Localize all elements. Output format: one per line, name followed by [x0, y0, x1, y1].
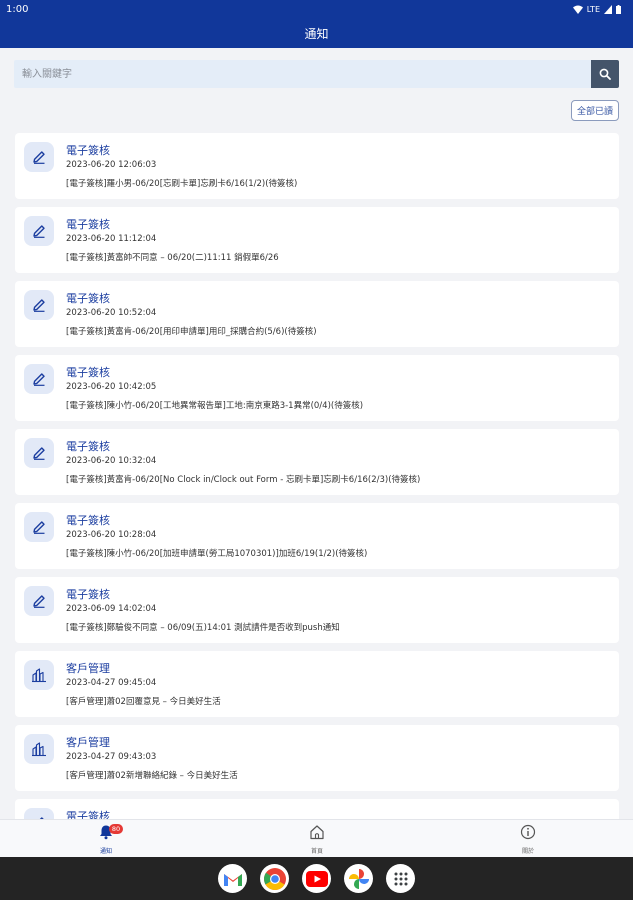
notification-icon-badge — [24, 660, 54, 690]
pen-icon — [33, 521, 45, 534]
battery-icon — [616, 5, 621, 14]
notification-card[interactable]: 客戶管理 2023-04-27 09:43:03 [客戶管理]蕭02新增聯絡紀錄… — [15, 725, 619, 791]
pen-icon — [33, 225, 45, 238]
notification-description: [客戶管理]蕭02新增聯絡紀錄 – 今日美好生活 — [66, 771, 238, 781]
notification-card[interactable]: 電子簽核 2023-06-09 14:02:04 [電子簽核]鄭驗俊不同意 – … — [15, 577, 619, 643]
bottom-nav: 80 通知 首頁 關於 — [0, 819, 633, 857]
notification-title: 電子簽核 — [66, 514, 110, 527]
buildings-icon — [32, 742, 46, 757]
info-icon — [520, 824, 536, 840]
notification-description: [電子簽核]黃富肯-06/20[No Clock in/Clock out Fo… — [66, 475, 421, 485]
notification-title: 電子簽核 — [66, 292, 110, 305]
notification-list: 電子簽核 2023-06-20 12:06:03 [電子簽核]羅小男-06/20… — [15, 133, 619, 819]
search-bar — [14, 60, 619, 88]
notification-title: 電子簽核 — [66, 440, 110, 453]
pen-icon — [33, 151, 45, 164]
notification-description: [客戶管理]蕭02回覆意見 – 今日美好生活 — [66, 697, 221, 707]
notification-icon-badge — [24, 438, 54, 468]
chrome-icon[interactable] — [260, 864, 289, 893]
apps-grid-icon[interactable] — [386, 864, 415, 893]
buildings-icon — [32, 668, 46, 683]
nav-notifications[interactable]: 80 通知 — [76, 824, 136, 855]
notification-time: 2023-06-20 10:32:04 — [66, 456, 157, 466]
status-bar: 1:00 LTE — [0, 0, 633, 19]
notification-title: 電子簽核 — [66, 366, 110, 379]
nav-about[interactable]: 關於 — [498, 824, 558, 855]
notification-time: 2023-06-09 14:02:04 — [66, 604, 157, 614]
notification-time: 2023-04-27 09:45:04 — [66, 678, 157, 688]
pen-icon — [33, 447, 45, 460]
notification-icon-badge — [24, 364, 54, 394]
notification-description: [電子簽核]陳小竹-06/20[加班申請單(勞工局1070301)]加班6/19… — [66, 549, 368, 559]
search-icon — [599, 68, 611, 80]
notification-title: 電子簽核 — [66, 588, 110, 601]
youtube-icon[interactable] — [302, 864, 331, 893]
network-type: LTE — [586, 5, 600, 14]
app-dock — [0, 857, 633, 900]
notification-description: [電子簽核]黃富帥不同意 – 06/20(二)11:11 銷假單6/26 — [66, 253, 279, 263]
notification-icon-badge — [24, 216, 54, 246]
notification-icon-badge — [24, 142, 54, 172]
notification-icon-badge — [24, 512, 54, 542]
notification-time: 2023-06-20 10:28:04 — [66, 530, 157, 540]
signal-icon — [604, 5, 612, 14]
notification-title: 電子簽核 — [66, 810, 110, 819]
notification-time: 2023-06-20 10:42:05 — [66, 382, 157, 392]
notification-icon-badge — [24, 290, 54, 320]
notification-title: 電子簽核 — [66, 218, 110, 231]
nav-home-label: 首頁 — [310, 848, 323, 855]
notification-time: 2023-04-27 09:43:03 — [66, 752, 157, 762]
nav-home[interactable]: 首頁 — [287, 824, 347, 855]
notification-icon-badge — [24, 586, 54, 616]
notification-title: 客戶管理 — [66, 736, 110, 749]
notification-card[interactable]: 電子簽核 2023-06-20 10:32:04 [電子簽核]黃富肯-06/20… — [15, 429, 619, 495]
search-button[interactable] — [591, 60, 619, 88]
notification-description: [電子簽核]羅小男-06/20[忘刷卡單]忘刷卡6/16(1/2)(待簽核) — [66, 179, 298, 189]
notification-count-badge: 80 — [109, 824, 123, 834]
notification-description: [電子簽核]陳小竹-06/20[工地異常報告單]工地:南京東路3-1異常(0/4… — [66, 401, 364, 411]
page-title: 通知 — [304, 27, 329, 41]
home-icon — [310, 825, 324, 840]
nav-notifications-label: 通知 — [99, 848, 112, 855]
wifi-icon — [572, 5, 583, 14]
pen-icon — [33, 299, 45, 312]
app-bar: 通知 — [0, 19, 633, 48]
notification-title: 客戶管理 — [66, 662, 110, 675]
mark-all-read-button[interactable]: 全部已讀 — [570, 100, 619, 121]
search-input[interactable] — [14, 60, 591, 88]
pen-icon — [33, 595, 45, 608]
notification-time: 2023-06-20 11:12:04 — [66, 234, 157, 244]
status-time: 1:00 — [6, 4, 29, 15]
notification-card[interactable]: 電子簽核 2023-06-20 10:28:04 [電子簽核]陳小竹-06/20… — [15, 503, 619, 569]
notification-card[interactable]: 電子簽核 2023-06-20 10:52:04 [電子簽核]黃富肯-06/20… — [15, 281, 619, 347]
notification-card[interactable]: 電子簽核 2023-06-20 10:42:05 [電子簽核]陳小竹-06/20… — [15, 355, 619, 421]
notification-title: 電子簽核 — [66, 144, 110, 157]
notification-description: [電子簽核]黃富肯-06/20[用印申請單]用印_採購合約(5/6)(待簽核) — [66, 327, 317, 337]
nav-about-label: 關於 — [521, 848, 534, 855]
notification-card[interactable]: 電子簽核 2023-06-20 11:12:04 [電子簽核]黃富帥不同意 – … — [15, 207, 619, 273]
notification-time: 2023-06-20 10:52:04 — [66, 308, 157, 318]
notification-card[interactable]: 電子簽核 2023-06-20 12:06:03 [電子簽核]羅小男-06/20… — [15, 133, 619, 199]
notification-icon-badge — [24, 808, 54, 819]
photos-icon[interactable] — [344, 864, 373, 893]
notification-description: [電子簽核]鄭驗俊不同意 – 06/09(五)14:01 測試請件是否收到pus… — [66, 623, 340, 633]
gmail-icon[interactable] — [218, 864, 247, 893]
notification-card[interactable]: 客戶管理 2023-04-27 09:45:04 [客戶管理]蕭02回覆意見 –… — [15, 651, 619, 717]
pen-icon — [33, 373, 45, 386]
notification-time: 2023-06-20 12:06:03 — [66, 160, 157, 170]
notification-card[interactable]: 電子簽核 — [15, 799, 619, 819]
notification-icon-badge — [24, 734, 54, 764]
